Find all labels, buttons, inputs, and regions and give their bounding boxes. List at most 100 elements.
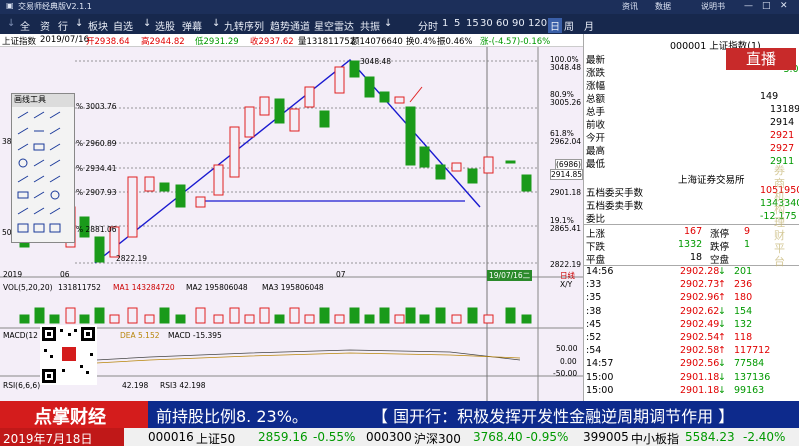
volume-bar <box>65 307 76 324</box>
tick-price: 2902.56 <box>680 358 720 370</box>
candle <box>379 91 390 103</box>
menu-danmaku[interactable]: 弹幕 <box>182 18 202 33</box>
fib-right-label: 2822.19 <box>550 260 582 269</box>
volume-bar <box>419 314 430 324</box>
live-button[interactable]: 直播 <box>726 48 796 70</box>
volume-bar <box>379 307 390 324</box>
menu-watchlist[interactable]: 自选 <box>113 18 133 33</box>
period-month[interactable]: 月 <box>584 18 594 33</box>
tick-direction: ↑ <box>718 345 726 357</box>
breadth-label: 空盘 <box>710 255 730 266</box>
index-name: 上证50 <box>196 432 236 446</box>
toolbox-title: 画线工具 <box>12 94 74 107</box>
quote-label: 最新 <box>586 55 606 66</box>
volume-bar <box>159 307 170 324</box>
minimize-button[interactable]: — <box>744 1 753 11</box>
menu-all[interactable]: 全 <box>20 18 30 33</box>
tick-time: :54 <box>586 345 602 357</box>
macd-dea: DEA 5.152 <box>120 331 160 340</box>
period-intraday[interactable]: 分时 <box>418 18 438 33</box>
volume-bar <box>304 314 315 324</box>
period-15min[interactable]: 15 <box>466 18 479 29</box>
menu-info[interactable]: 资 <box>40 18 50 33</box>
index-name: 上证指数 <box>2 37 37 47</box>
period-5min[interactable]: 5 <box>454 18 460 29</box>
quote-value: 2927 <box>770 143 795 154</box>
qr-code <box>40 325 97 385</box>
candle <box>229 126 240 178</box>
period-week[interactable]: 周 <box>564 18 574 33</box>
fib-left-label: % 2881.06 <box>76 225 117 234</box>
tick-volume: 132 <box>734 318 753 330</box>
data-link[interactable]: 数据 <box>655 1 671 12</box>
period-1min[interactable]: 1 <box>442 18 448 29</box>
period-60min[interactable]: 60 <box>496 18 509 29</box>
volume-bar <box>334 314 345 324</box>
quote-label: 今开 <box>586 133 606 144</box>
volume-bar <box>405 307 416 324</box>
volume-bar <box>521 314 532 324</box>
menu-arrow-icon[interactable]: ↓ <box>143 18 151 29</box>
menu-trend-channel[interactable]: 趋势通道 <box>270 18 310 33</box>
menu-arrow-icon[interactable]: ↓ <box>7 18 15 29</box>
cursor-date-tag: 19/07/16二 <box>487 270 533 281</box>
volume-bar <box>394 314 405 324</box>
vol-title: VOL(5,20,20) <box>3 283 53 292</box>
tick-time: :38 <box>586 305 602 317</box>
menu-nine-turn[interactable]: 九转序列 <box>224 18 264 33</box>
maximize-button[interactable]: □ <box>762 1 771 11</box>
exchange-name: 上海证券交易所 <box>678 175 745 186</box>
index-change: -0.95% <box>526 430 569 444</box>
menu-resonance[interactable]: 共振 <box>360 18 380 33</box>
tick-volume: 180 <box>734 292 753 304</box>
toolbox-icons[interactable] <box>12 108 74 243</box>
app-icon: ▣ <box>6 1 14 10</box>
kline-info-bar: 上证指数 2019/07/16 开2938.64 高2944.82 低2931.… <box>0 34 583 47</box>
high-value: 高2944.82 <box>141 37 185 47</box>
tick-direction: ↑ <box>718 279 726 291</box>
tick-direction: ↑ <box>718 292 726 304</box>
tick-direction: ↓ <box>718 305 726 317</box>
fib-left-label: % 2960.89 <box>76 139 117 148</box>
menu-arrow-icon[interactable]: ↓ <box>212 18 220 29</box>
candle <box>483 156 494 174</box>
news-link[interactable]: 资讯 <box>622 1 638 12</box>
menu-star-radar[interactable]: 星空雷达 <box>314 18 354 33</box>
tick-price: 2901.18 <box>680 371 720 383</box>
breadth-label: 上涨 <box>586 229 606 240</box>
period-day[interactable]: 日 <box>548 18 562 33</box>
candle <box>349 60 360 78</box>
menu-industry[interactable]: 行 <box>58 18 68 33</box>
breadth-label: 下跌 <box>586 242 606 253</box>
manual-link[interactable]: 说明书 <box>701 1 725 12</box>
menu-stock-picker[interactable]: 选股 <box>155 18 175 33</box>
tick-time: :45 <box>586 318 602 330</box>
rsi-value: 42.198 <box>122 381 149 390</box>
tick-row: :35 2902.96 ↑ 180 <box>584 292 799 305</box>
period-90min[interactable]: 90 <box>512 18 525 29</box>
month-label: 2019 <box>3 270 23 279</box>
close-button[interactable]: ✕ <box>780 1 788 11</box>
breadth-label: 平盘 <box>586 255 606 266</box>
amplitude-value: 振0.46% <box>437 37 473 47</box>
tick-row: :54 2902.58 ↑ 117712 <box>584 345 799 358</box>
menu-arrow-icon[interactable]: ↓ <box>384 18 392 29</box>
volume-bar <box>49 314 60 324</box>
period-30min[interactable]: 30 <box>480 18 493 29</box>
tick-price: 2902.28 <box>680 266 720 277</box>
rsi3-value: RSI3 42.198 <box>160 381 206 390</box>
drawing-toolbox[interactable]: 画线工具 <box>11 93 75 243</box>
tick-time: 15:00 <box>586 384 614 396</box>
amount-value: 额14076640 <box>351 37 403 47</box>
period-120min[interactable]: 120 <box>528 18 547 29</box>
title-bar: ▣ 交易师经典版V2.1.1 资讯 数据 说明书 — □ ✕ <box>0 0 799 14</box>
menu-arrow-icon[interactable]: ↓ <box>75 18 83 29</box>
macd-axis: -50.00 <box>553 369 578 378</box>
tick-row: :33 2902.73 ↑ 236 <box>584 279 799 292</box>
menu-sector[interactable]: 板块 <box>88 18 108 33</box>
volume-bar <box>451 314 462 324</box>
candle <box>505 160 516 164</box>
index-name: 沪深300 <box>414 432 461 446</box>
index-code: 399005 <box>583 430 629 444</box>
tick-price: 2902.96 <box>680 292 720 304</box>
